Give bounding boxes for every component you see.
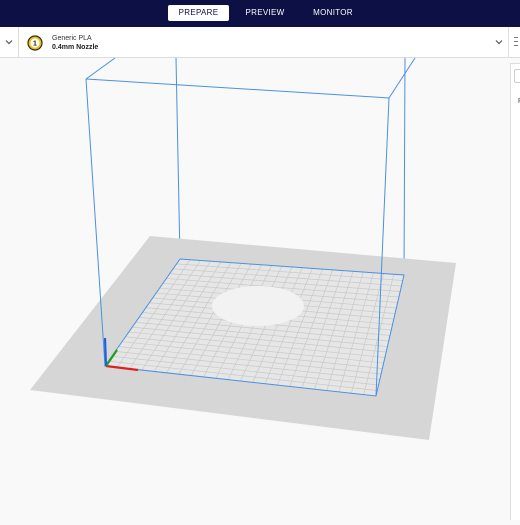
divider <box>508 27 509 57</box>
divider <box>18 27 19 57</box>
tab-prepare[interactable]: PREPARE <box>168 5 229 21</box>
side-panel-tab[interactable] <box>514 69 520 83</box>
nozzle-name[interactable]: 0.4mm Nozzle <box>52 44 98 51</box>
extruder-badge-icon[interactable]: 1 <box>27 35 43 51</box>
tab-preview[interactable]: PREVIEW <box>235 5 295 21</box>
build-volume-scene <box>30 57 456 440</box>
extruder-number: 1 <box>33 41 37 48</box>
tab-monitor[interactable]: MONITOR <box>301 5 365 21</box>
z-axis <box>103 337 108 367</box>
drag-handle-icon[interactable] <box>513 35 519 49</box>
stage-tabs: PREPARE PREVIEW MONITOR <box>0 0 520 27</box>
printer-config-bar: 1 Generic PLA 0.4mm Nozzle <box>0 27 520 58</box>
chevron-down-icon[interactable] <box>493 36 505 48</box>
stage-bar: PREPARE PREVIEW MONITOR <box>0 0 520 27</box>
material-name[interactable]: Generic PLA <box>52 35 92 42</box>
plate-logo-watermark <box>212 286 304 326</box>
build-plate-viewport[interactable] <box>0 57 510 520</box>
chevron-down-icon[interactable] <box>3 36 15 48</box>
side-panel: P <box>510 63 520 520</box>
